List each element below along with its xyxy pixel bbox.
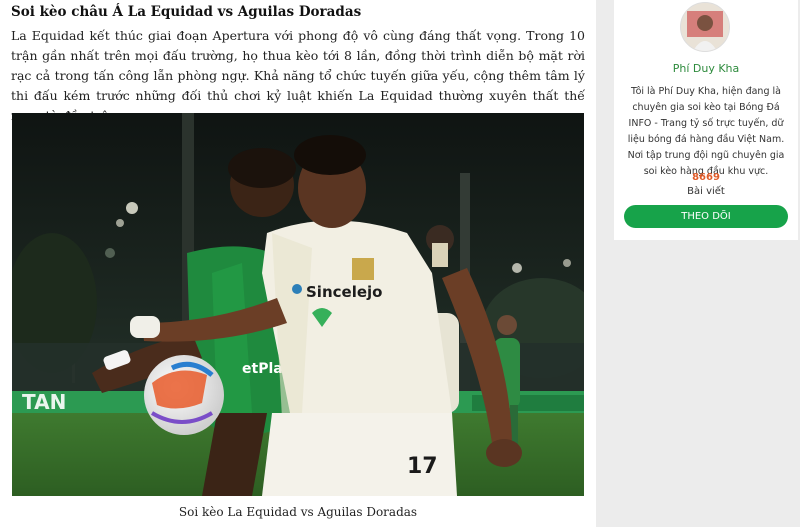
article-paragraph: La Equidad kết thúc giai đoạn Apertura v… bbox=[11, 28, 585, 123]
match-photo: TAN etPlay Sincelejo 17 bbox=[12, 113, 584, 496]
follow-button[interactable]: THEO DÕI bbox=[624, 205, 788, 228]
shirt-sponsor: Sincelejo bbox=[306, 283, 382, 301]
post-count-label: Bài viết bbox=[687, 186, 725, 197]
board-text: TAN bbox=[22, 390, 66, 414]
image-caption: Soi kèo La Equidad vs Aguilas Doradas bbox=[178, 505, 418, 519]
author-bio: Tôi là Phí Duy Kha, hiện đang là chuyên … bbox=[627, 86, 785, 177]
article: Soi kèo châu Á La Equidad vs Aguilas Dor… bbox=[0, 0, 596, 527]
shirt-number: 17 bbox=[407, 454, 438, 479]
post-count: 8669 bbox=[692, 172, 720, 183]
author-avatar[interactable] bbox=[680, 2, 730, 52]
section-heading: Soi kèo châu Á La Equidad vs Aguilas Dor… bbox=[11, 4, 362, 20]
author-card: Phí Duy Kha Tôi là Phí Duy Kha, hiện đan… bbox=[614, 0, 798, 240]
author-name[interactable]: Phí Duy Kha bbox=[614, 62, 798, 75]
